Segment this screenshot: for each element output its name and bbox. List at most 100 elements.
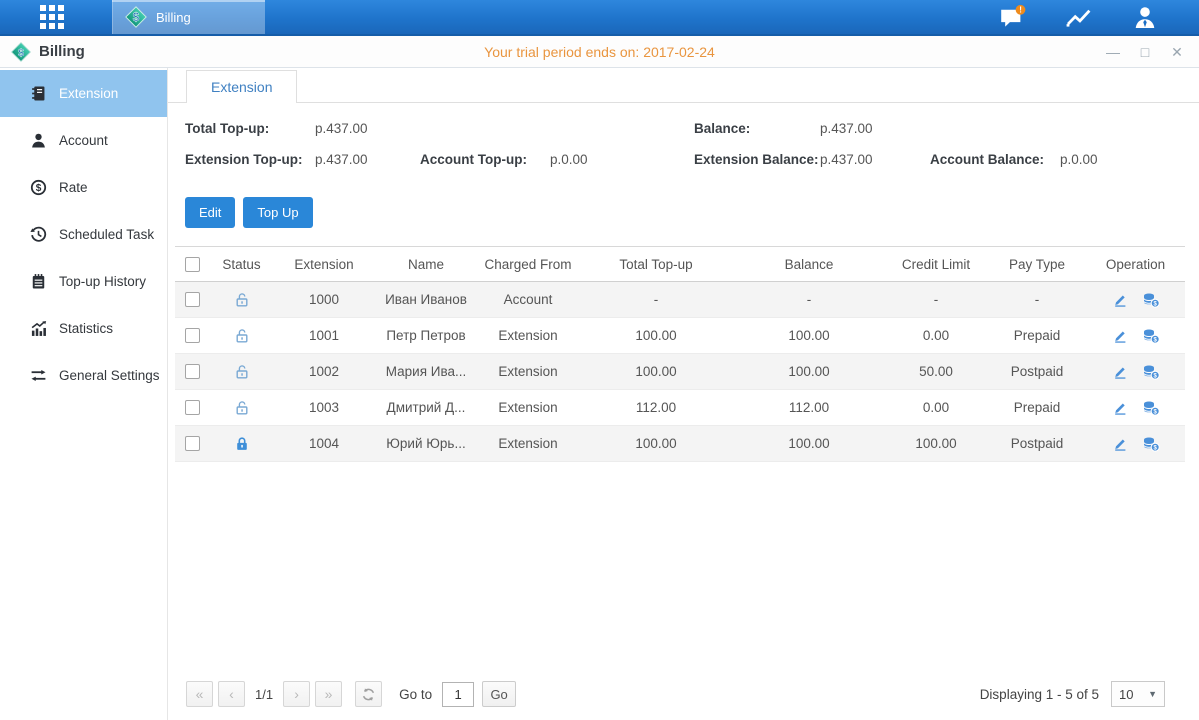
svg-text:$: $ bbox=[133, 12, 140, 24]
window-title: Billing bbox=[39, 43, 85, 60]
total-topup-cell: 100.00 bbox=[578, 354, 734, 390]
charged-from-cell: Account bbox=[478, 282, 578, 318]
status-cell bbox=[209, 390, 274, 426]
minimize-button[interactable]: — bbox=[1105, 44, 1121, 60]
balance-cell: 100.00 bbox=[734, 354, 884, 390]
goto-page-input[interactable] bbox=[442, 682, 474, 707]
notification-badge: ! bbox=[1019, 6, 1022, 15]
extension-balance-value: p.437.00 bbox=[820, 152, 873, 167]
refresh-button[interactable] bbox=[355, 681, 382, 707]
row-checkbox-cell bbox=[175, 390, 209, 426]
balance-cell: - bbox=[734, 282, 884, 318]
resource-monitor-icon[interactable] bbox=[1065, 5, 1093, 29]
sidebar-item-extension[interactable]: Extension bbox=[0, 70, 167, 117]
go-button[interactable]: Go bbox=[482, 681, 516, 707]
table-row: 1000 Иван Иванов Account - - - - bbox=[175, 282, 1185, 318]
name-cell: Юрий Юрь... bbox=[374, 426, 478, 462]
topup-row-icon[interactable]: $ bbox=[1142, 436, 1160, 452]
extension-cell: 1003 bbox=[274, 390, 374, 426]
sidebar-item-rate[interactable]: $ Rate bbox=[0, 164, 167, 211]
row-checkbox[interactable] bbox=[185, 436, 200, 451]
account-topup-value: p.0.00 bbox=[550, 152, 588, 167]
close-button[interactable]: ✕ bbox=[1169, 44, 1185, 61]
balance-summary: Total Top-up: p.437.00 Balance: p.437.00… bbox=[168, 119, 1199, 185]
maximize-button[interactable]: □ bbox=[1137, 44, 1153, 60]
credit-limit-cell: 50.00 bbox=[884, 354, 988, 390]
edit-button[interactable]: Edit bbox=[185, 197, 235, 228]
column-header: Extension bbox=[274, 247, 374, 282]
operation-cell: $ bbox=[1086, 354, 1185, 390]
unlocked-icon[interactable] bbox=[209, 328, 274, 344]
prev-page-button[interactable]: ‹ bbox=[218, 681, 245, 707]
extension-balance-label: Extension Balance: bbox=[694, 152, 819, 167]
table-row: 1001 Петр Петров Extension 100.00 100.00… bbox=[175, 318, 1185, 354]
edit-row-icon[interactable] bbox=[1112, 292, 1128, 308]
balance-cell: 112.00 bbox=[734, 390, 884, 426]
account-balance-value: p.0.00 bbox=[1060, 152, 1098, 167]
edit-row-icon[interactable] bbox=[1112, 364, 1128, 380]
page-size-select[interactable]: 10 ▼ bbox=[1111, 681, 1165, 707]
row-checkbox-cell bbox=[175, 426, 209, 462]
user-account-icon[interactable] bbox=[1131, 5, 1159, 29]
main-content: Extension Total Top-up: p.437.00 Balance… bbox=[168, 68, 1199, 720]
sidebar-item-label: Extension bbox=[59, 86, 118, 101]
sidebar-item-label: Top-up History bbox=[59, 274, 146, 289]
extension-cell: 1004 bbox=[274, 426, 374, 462]
chevron-down-icon: ▼ bbox=[1148, 689, 1157, 699]
billing-window-icon: $ bbox=[10, 41, 32, 63]
column-header: Status bbox=[209, 247, 274, 282]
topup-row-icon[interactable]: $ bbox=[1142, 364, 1160, 380]
operation-cell: $ bbox=[1086, 318, 1185, 354]
sidebar-item-statistics[interactable]: Statistics bbox=[0, 305, 167, 352]
table-row: 1003 Дмитрий Д... Extension 112.00 112.0… bbox=[175, 390, 1185, 426]
topup-row-icon[interactable]: $ bbox=[1142, 400, 1160, 416]
unlocked-icon[interactable] bbox=[209, 364, 274, 380]
app-launcher-grid-icon[interactable] bbox=[35, 0, 69, 34]
swap-arrows-icon bbox=[30, 367, 47, 384]
first-page-button[interactable]: « bbox=[186, 681, 213, 707]
sidebar-item-label: Statistics bbox=[59, 321, 113, 336]
sidebar-item-label: Account bbox=[59, 133, 108, 148]
extension-cell: 1000 bbox=[274, 282, 374, 318]
charged-from-cell: Extension bbox=[478, 390, 578, 426]
sidebar-item-topup-history[interactable]: Top-up History bbox=[0, 258, 167, 305]
table-body: 1000 Иван Иванов Account - - - - bbox=[175, 282, 1185, 462]
appbar-right-icons: ! bbox=[999, 0, 1159, 34]
topup-button[interactable]: Top Up bbox=[243, 197, 312, 228]
extension-book-icon bbox=[30, 85, 47, 102]
pay-type-cell: - bbox=[988, 282, 1086, 318]
row-checkbox[interactable] bbox=[185, 364, 200, 379]
extensions-table: StatusExtensionNameCharged FromTotal Top… bbox=[175, 246, 1185, 462]
account-balance-label: Account Balance: bbox=[930, 152, 1044, 167]
extension-cell: 1002 bbox=[274, 354, 374, 390]
page-size-value: 10 bbox=[1119, 687, 1133, 702]
row-checkbox[interactable] bbox=[185, 328, 200, 343]
notifications-icon[interactable]: ! bbox=[999, 5, 1027, 29]
balance-cell: 100.00 bbox=[734, 426, 884, 462]
row-checkbox-cell bbox=[175, 282, 209, 318]
tab-extension[interactable]: Extension bbox=[186, 70, 297, 103]
ledger-icon bbox=[30, 273, 47, 290]
operation-cell: $ bbox=[1086, 390, 1185, 426]
unlocked-icon[interactable] bbox=[209, 400, 274, 416]
displaying-info: Displaying 1 - 5 of 5 bbox=[980, 687, 1099, 702]
status-cell bbox=[209, 354, 274, 390]
sidebar-item-general-settings[interactable]: General Settings bbox=[0, 352, 167, 399]
select-all-checkbox[interactable] bbox=[185, 257, 200, 272]
edit-row-icon[interactable] bbox=[1112, 328, 1128, 344]
appbar-tab-billing[interactable]: $ Billing bbox=[112, 0, 265, 34]
row-checkbox[interactable] bbox=[185, 292, 200, 307]
sidebar-item-account[interactable]: Account bbox=[0, 117, 167, 164]
topup-row-icon[interactable]: $ bbox=[1142, 328, 1160, 344]
window-title-bar: $ Billing Your trial period ends on: 201… bbox=[0, 36, 1199, 68]
balance-value: p.437.00 bbox=[820, 121, 873, 136]
edit-row-icon[interactable] bbox=[1112, 400, 1128, 416]
next-page-button[interactable]: › bbox=[283, 681, 310, 707]
edit-row-icon[interactable] bbox=[1112, 436, 1128, 452]
locked-icon[interactable] bbox=[209, 436, 274, 452]
row-checkbox[interactable] bbox=[185, 400, 200, 415]
last-page-button[interactable]: » bbox=[315, 681, 342, 707]
topup-row-icon[interactable]: $ bbox=[1142, 292, 1160, 308]
sidebar-item-scheduled-task[interactable]: Scheduled Task bbox=[0, 211, 167, 258]
unlocked-icon[interactable] bbox=[209, 292, 274, 308]
